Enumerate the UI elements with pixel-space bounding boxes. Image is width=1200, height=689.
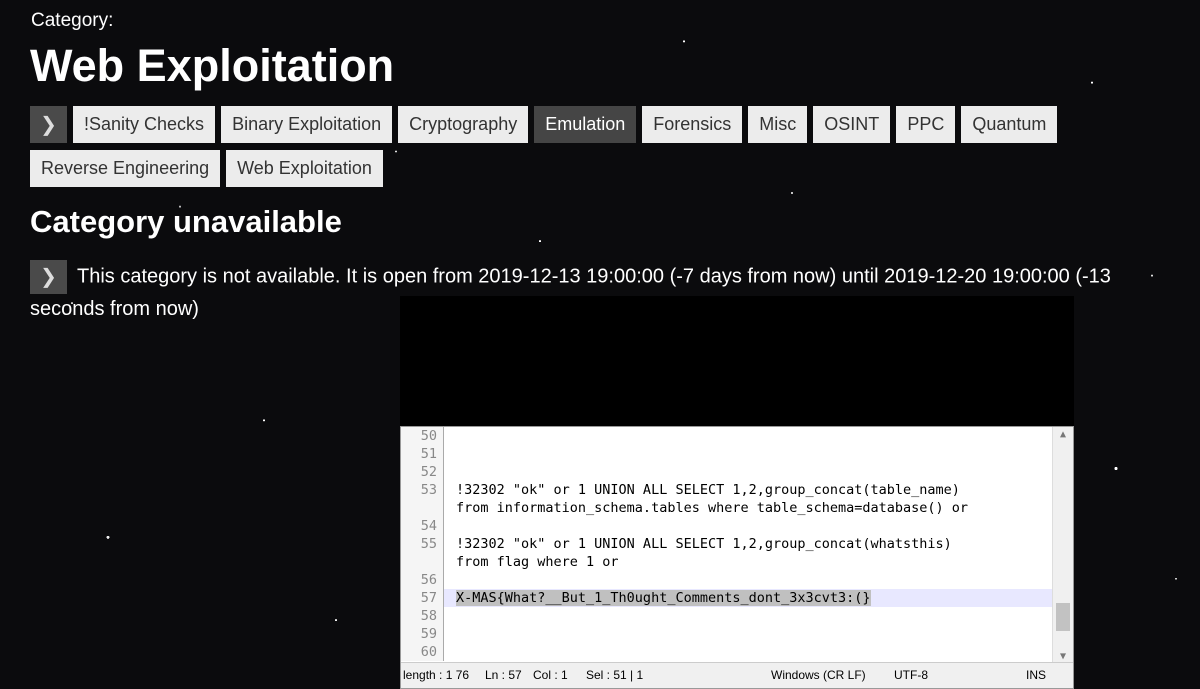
chevron-right-icon[interactable]: ❯	[30, 260, 67, 294]
line-number: 54	[401, 517, 444, 535]
line-number: 59	[401, 625, 444, 643]
tab-row: ❯ !Sanity Checks Binary Exploitation Crypt…	[30, 106, 1170, 143]
editor-text-area[interactable]: 50 51 52 53 !32302 "ok" or 1 UNION ALL SELEC…	[401, 427, 1053, 664]
line-number: 58	[401, 607, 444, 625]
editor-line: from flag where 1 or	[401, 553, 1053, 571]
tab-web-exploitation[interactable]: Web Exploitation	[226, 150, 383, 187]
code-text: from information_schema.tables where tab…	[456, 500, 969, 516]
line-number: 55	[401, 535, 444, 553]
status-eol: Windows (CR LF)	[771, 668, 866, 682]
editor-line: 51	[401, 445, 1053, 463]
status-encoding: UTF-8	[894, 668, 928, 682]
tab-reverse-engineering[interactable]: Reverse Engineering	[30, 150, 221, 187]
editor-line: 52	[401, 463, 1053, 481]
vertical-scrollbar[interactable]: ▲ ▼	[1052, 427, 1073, 664]
line-number: 57	[401, 589, 444, 607]
status-column: Col : 1	[533, 668, 568, 682]
line-number: 56	[401, 571, 444, 589]
status-line: Ln : 57	[483, 668, 522, 682]
tab-osint[interactable]: OSINT	[813, 106, 891, 143]
tab-cryptography[interactable]: Cryptography	[398, 106, 529, 143]
editor-line: 54	[401, 517, 1053, 535]
section-heading: Category unavailable	[30, 204, 342, 239]
tab-quantum[interactable]: Quantum	[961, 106, 1058, 143]
tab-emulation[interactable]: Emulation	[534, 106, 637, 143]
status-length: length : 1 76	[403, 668, 470, 682]
line-number	[401, 499, 444, 517]
code-text: !32302 "ok" or 1 UNION ALL SELECT 1,2,gr…	[456, 536, 952, 552]
editor-line: 55 !32302 "ok" or 1 UNION ALL SELECT 1,2,…	[401, 535, 1053, 553]
scroll-thumb[interactable]	[1056, 603, 1070, 631]
editor-line: 60	[401, 643, 1053, 661]
scroll-down-icon[interactable]: ▼	[1053, 651, 1073, 662]
line-number: 51	[401, 445, 444, 463]
status-selection: Sel : 51 | 1	[586, 668, 644, 682]
editor-line: 53 !32302 "ok" or 1 UNION ALL SELECT 1,2,…	[401, 481, 1053, 499]
editor-line: 50	[401, 427, 1053, 445]
editor-line: 57 X-MAS{What?__But_1_Th0ught_Comments_do…	[401, 589, 1053, 607]
tab-binary-exploitation[interactable]: Binary Exploitation	[221, 106, 393, 143]
editor-line: 56	[401, 571, 1053, 589]
code-text: X-MAS{What?__But_1_Th0ught_Comments_dont…	[444, 589, 1053, 607]
line-number	[401, 553, 444, 571]
selected-text: X-MAS{What?__But_1_Th0ught_Comments_dont…	[456, 590, 871, 606]
scroll-up-icon[interactable]: ▲	[1053, 429, 1073, 440]
line-number: 50	[401, 427, 444, 445]
redacted-area	[400, 296, 1074, 426]
editor-line: from information_schema.tables where tab…	[401, 499, 1053, 517]
line-number: 53	[401, 481, 444, 499]
category-tabs: ❯ !Sanity Checks Binary Exploitation Crypt…	[30, 106, 1170, 194]
tab-row: Reverse Engineering Web Exploitation	[30, 150, 1170, 187]
tab-misc[interactable]: Misc	[748, 106, 808, 143]
category-label: Category:	[31, 10, 114, 31]
code-text: !32302 "ok" or 1 UNION ALL SELECT 1,2,gr…	[456, 482, 960, 498]
line-number: 60	[401, 643, 444, 661]
editor-line: 58	[401, 607, 1053, 625]
text-editor-window[interactable]: 50 51 52 53 !32302 "ok" or 1 UNION ALL SELEC…	[400, 426, 1074, 689]
status-bar: length : 1 76 Ln : 57 Col : 1 Sel : 51 |…	[401, 662, 1073, 688]
tab-ppc[interactable]: PPC	[896, 106, 956, 143]
chevron-right-icon[interactable]: ❯	[30, 106, 67, 143]
editor-line: 59	[401, 625, 1053, 643]
page-title: Web Exploitation	[30, 40, 395, 91]
status-mode: INS	[1026, 668, 1047, 682]
line-number: 52	[401, 463, 444, 481]
tab-forensics[interactable]: Forensics	[642, 106, 743, 143]
code-text: from flag where 1 or	[456, 554, 619, 570]
tab-sanity-checks[interactable]: !Sanity Checks	[73, 106, 216, 143]
